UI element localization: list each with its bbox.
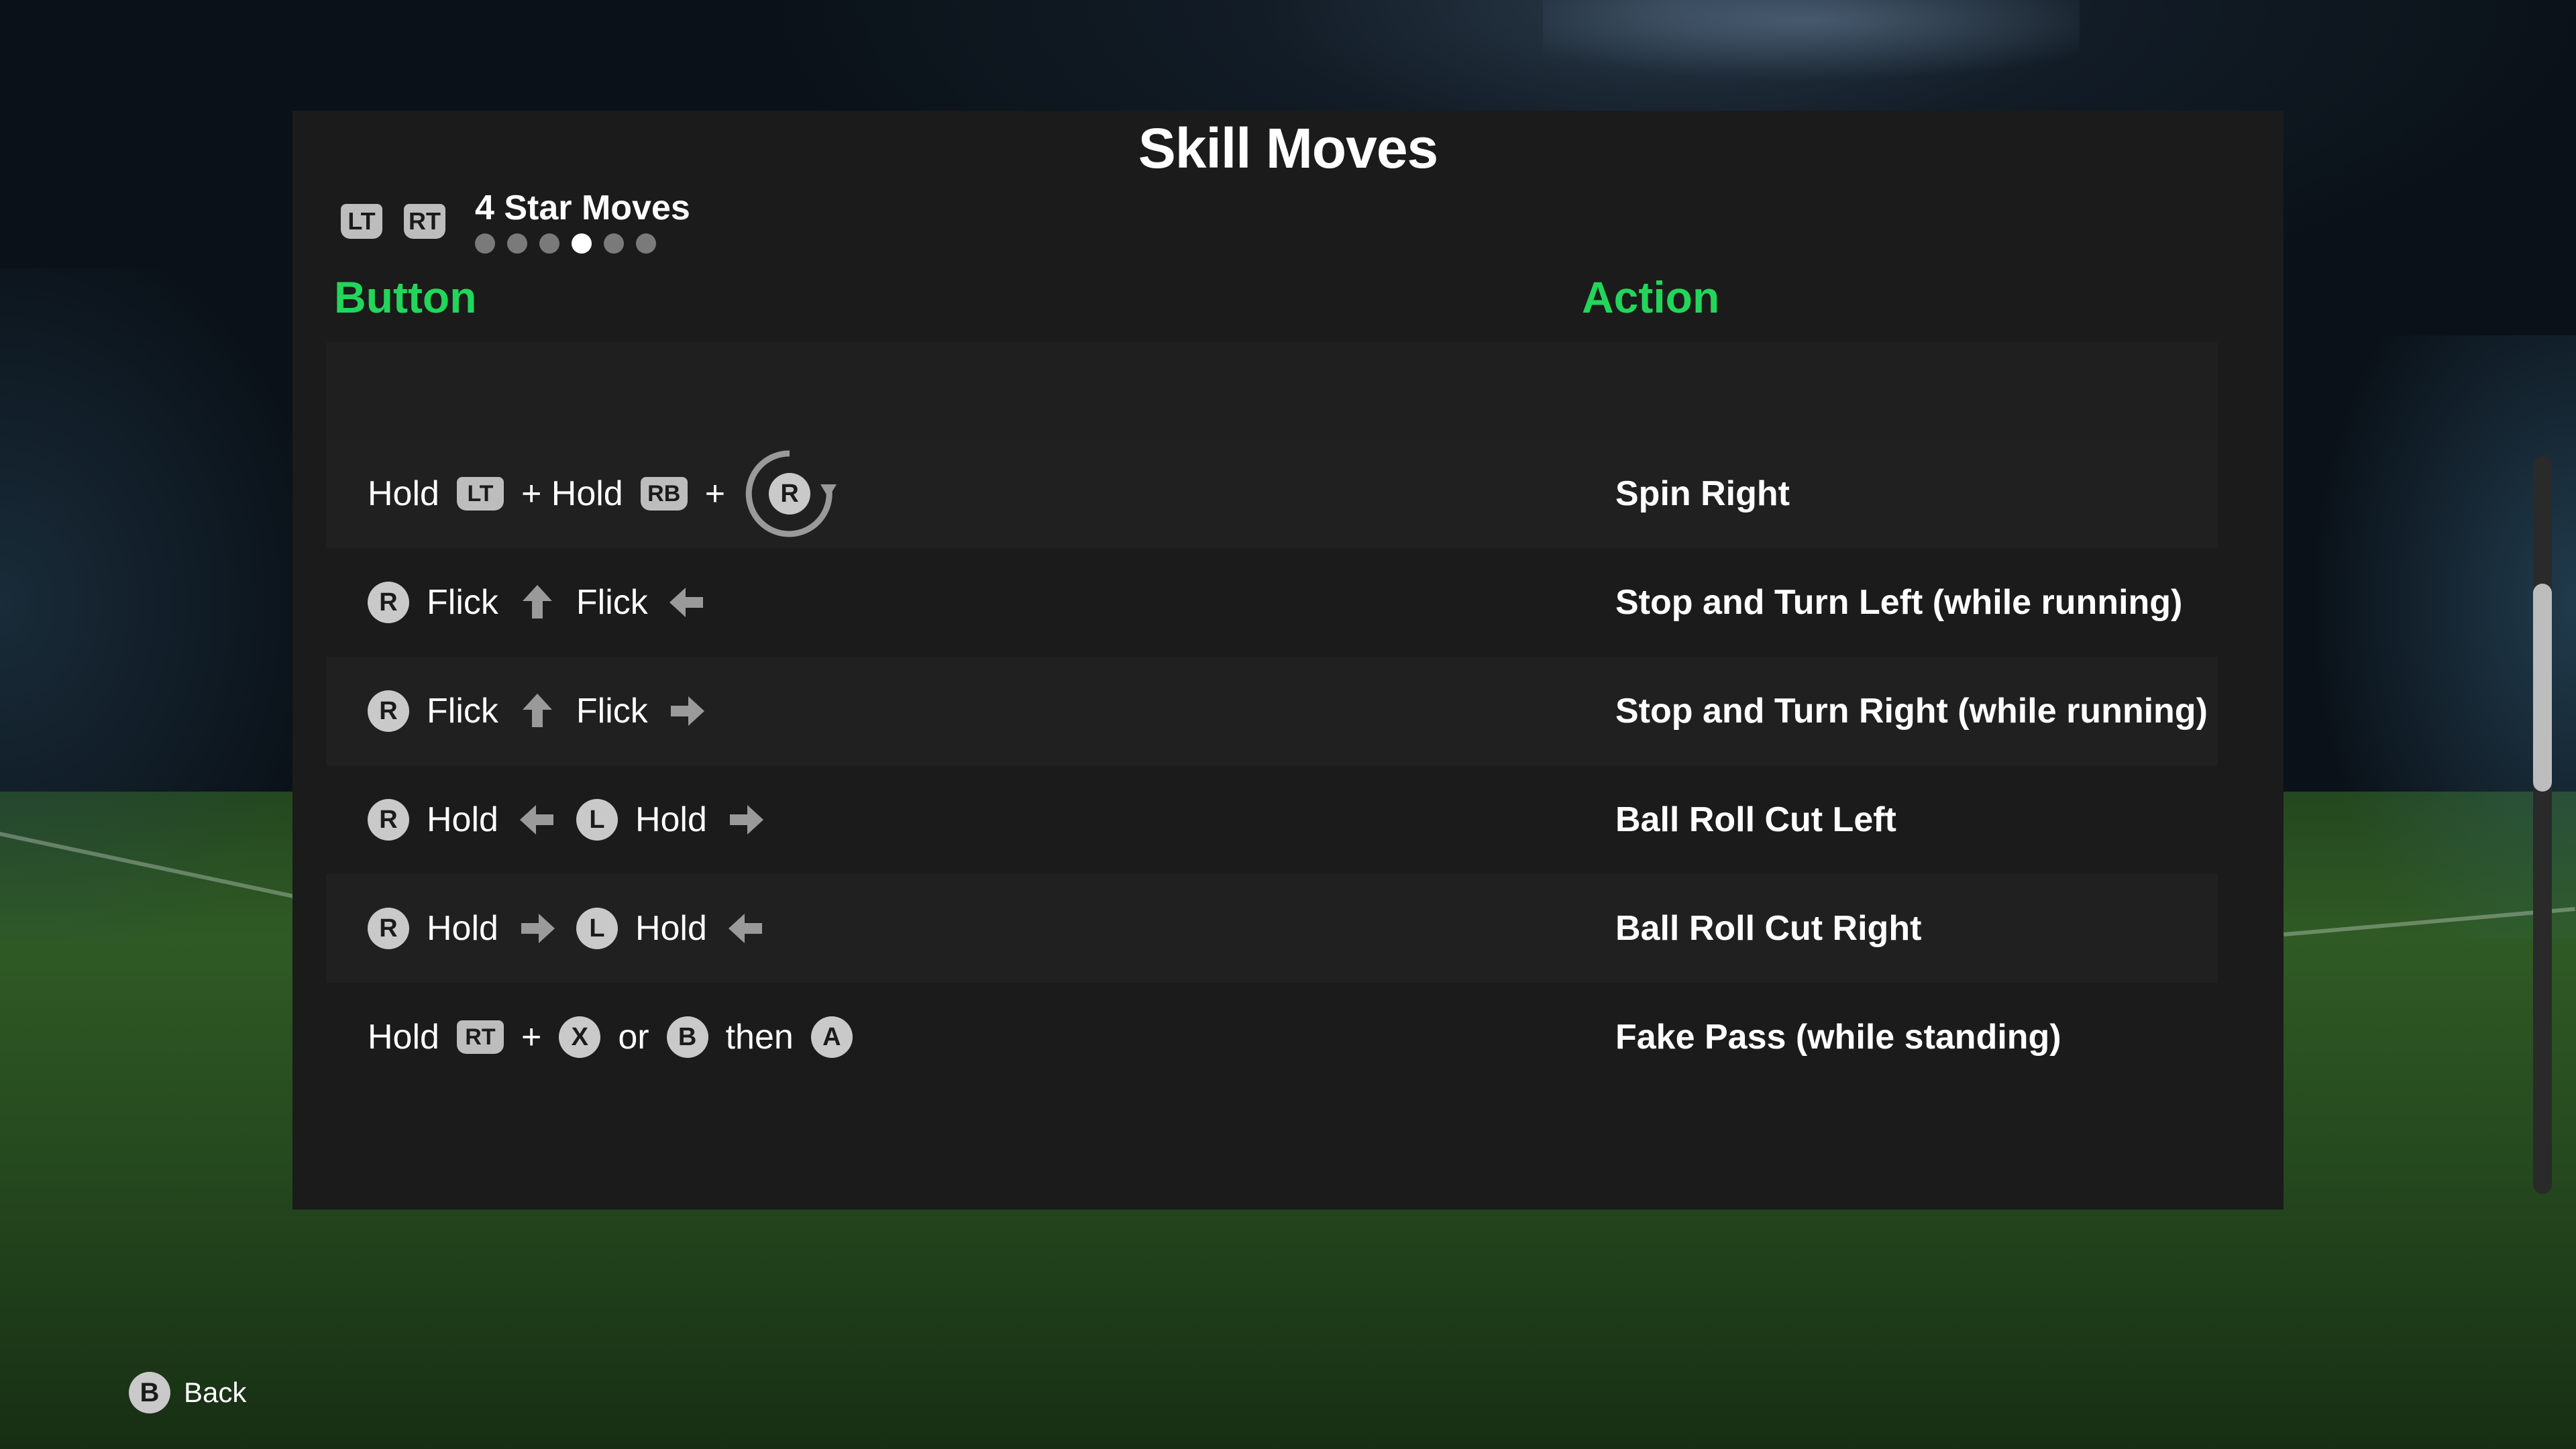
sequence-text: or: [618, 1018, 649, 1057]
list-item[interactable]: R Flick Flick Stop and Turn Right (while ru…: [326, 657, 2218, 765]
sequence-text: Flick: [576, 692, 648, 731]
button-sequence: Hold RT + Xor Bthen A: [368, 983, 853, 1091]
list-item[interactable]: Hold RT + Xor Bthen A Fake Pass (while standin…: [326, 983, 2218, 1091]
page-dot: [539, 233, 559, 254]
column-header-action: Action: [1582, 272, 1720, 322]
rt-button-icon: RT: [456, 1020, 504, 1054]
arrow-left-icon: [516, 798, 559, 841]
action-label: Stop and Turn Right (while running): [1615, 692, 2208, 731]
sequence-text: Hold: [635, 909, 707, 948]
l-button-icon: L: [576, 799, 618, 841]
x-button-icon: X: [559, 1016, 601, 1058]
skill-list: Hold LT + Hold RB + R Spin Right R Flick Flick Sto…: [326, 342, 2218, 1194]
skill-moves-panel: Skill Moves LT RT 4 Star Moves Button Ac…: [292, 111, 2552, 1210]
lt-button-icon: LT: [456, 477, 504, 511]
sequence-text: then: [725, 1018, 794, 1057]
a-button-icon: A: [810, 1016, 853, 1058]
right-stick-rotate-icon: R: [743, 447, 837, 541]
category-label: 4 Star Moves: [475, 189, 690, 227]
action-label: Fake Pass (while standing): [1615, 1018, 2061, 1057]
page-dot: [572, 233, 592, 254]
action-label: Ball Roll Cut Left: [1615, 800, 1896, 839]
button-sequence: R Flick Flick: [368, 657, 708, 765]
sequence-text: Hold: [368, 474, 439, 513]
arrow-right-icon: [516, 907, 559, 950]
list-item[interactable]: Hold LT + Hold RB + R Spin Right: [326, 439, 2218, 548]
rt-button-icon[interactable]: RT: [404, 204, 445, 239]
sequence-text: Hold: [368, 1018, 439, 1057]
arrow-up-icon: [516, 690, 559, 733]
list-item[interactable]: R Hold L Hold Ball Roll Cut Left: [326, 765, 2218, 874]
lt-button-icon[interactable]: LT: [341, 204, 382, 239]
arrow-left-icon: [724, 907, 767, 950]
button-sequence: R Hold L Hold: [368, 874, 767, 983]
sequence-text: + Hold: [521, 474, 623, 513]
back-prompt[interactable]: B Back: [129, 1372, 246, 1413]
b-button-icon: B: [129, 1372, 170, 1413]
sequence-text: Hold: [635, 800, 707, 839]
r-button-icon: R: [368, 799, 409, 841]
page-title: Skill Moves: [1138, 117, 1439, 180]
column-header-button: Button: [334, 272, 477, 322]
page-indicator: [475, 233, 656, 254]
list-item-partial: [326, 342, 2218, 441]
button-sequence: Hold LT + Hold RB + R: [368, 439, 837, 548]
button-sequence: R Hold L Hold: [368, 765, 767, 874]
sequence-text: Flick: [427, 692, 498, 731]
sequence-text: Flick: [427, 583, 498, 622]
page-dot: [636, 233, 656, 254]
sequence-text: Hold: [427, 800, 498, 839]
scrollbar[interactable]: [2533, 456, 2552, 1194]
scrollbar-thumb[interactable]: [2533, 584, 2552, 792]
r-button-icon: R: [368, 690, 409, 732]
arrow-up-icon: [516, 581, 559, 624]
list-item[interactable]: R Hold L Hold Ball Roll Cut Right: [326, 874, 2218, 983]
sequence-text: +: [521, 1018, 542, 1057]
sequence-text: +: [704, 474, 726, 513]
b-button-icon: B: [666, 1016, 708, 1058]
back-label: Back: [184, 1377, 247, 1408]
page-dot: [604, 233, 624, 254]
sequence-text: Hold: [427, 909, 498, 948]
r-button-icon: R: [769, 473, 811, 515]
r-button-icon: R: [368, 908, 409, 949]
rb-button-icon: RB: [640, 477, 688, 511]
r-button-icon: R: [368, 582, 409, 623]
l-button-icon: L: [576, 908, 618, 949]
page-dot: [475, 233, 495, 254]
list-item[interactable]: R Flick Flick Stop and Turn Left (while run…: [326, 548, 2218, 657]
button-sequence: R Flick Flick: [368, 548, 708, 657]
arrow-right-icon: [724, 798, 767, 841]
action-label: Stop and Turn Left (while running): [1615, 583, 2183, 622]
action-label: Ball Roll Cut Right: [1615, 909, 1922, 948]
action-label: Spin Right: [1615, 474, 1790, 513]
page-dot: [507, 233, 527, 254]
sequence-text: Flick: [576, 583, 648, 622]
arrow-right-icon: [665, 690, 708, 733]
stadium-lights: [1543, 0, 2080, 80]
arrow-left-icon: [665, 581, 708, 624]
